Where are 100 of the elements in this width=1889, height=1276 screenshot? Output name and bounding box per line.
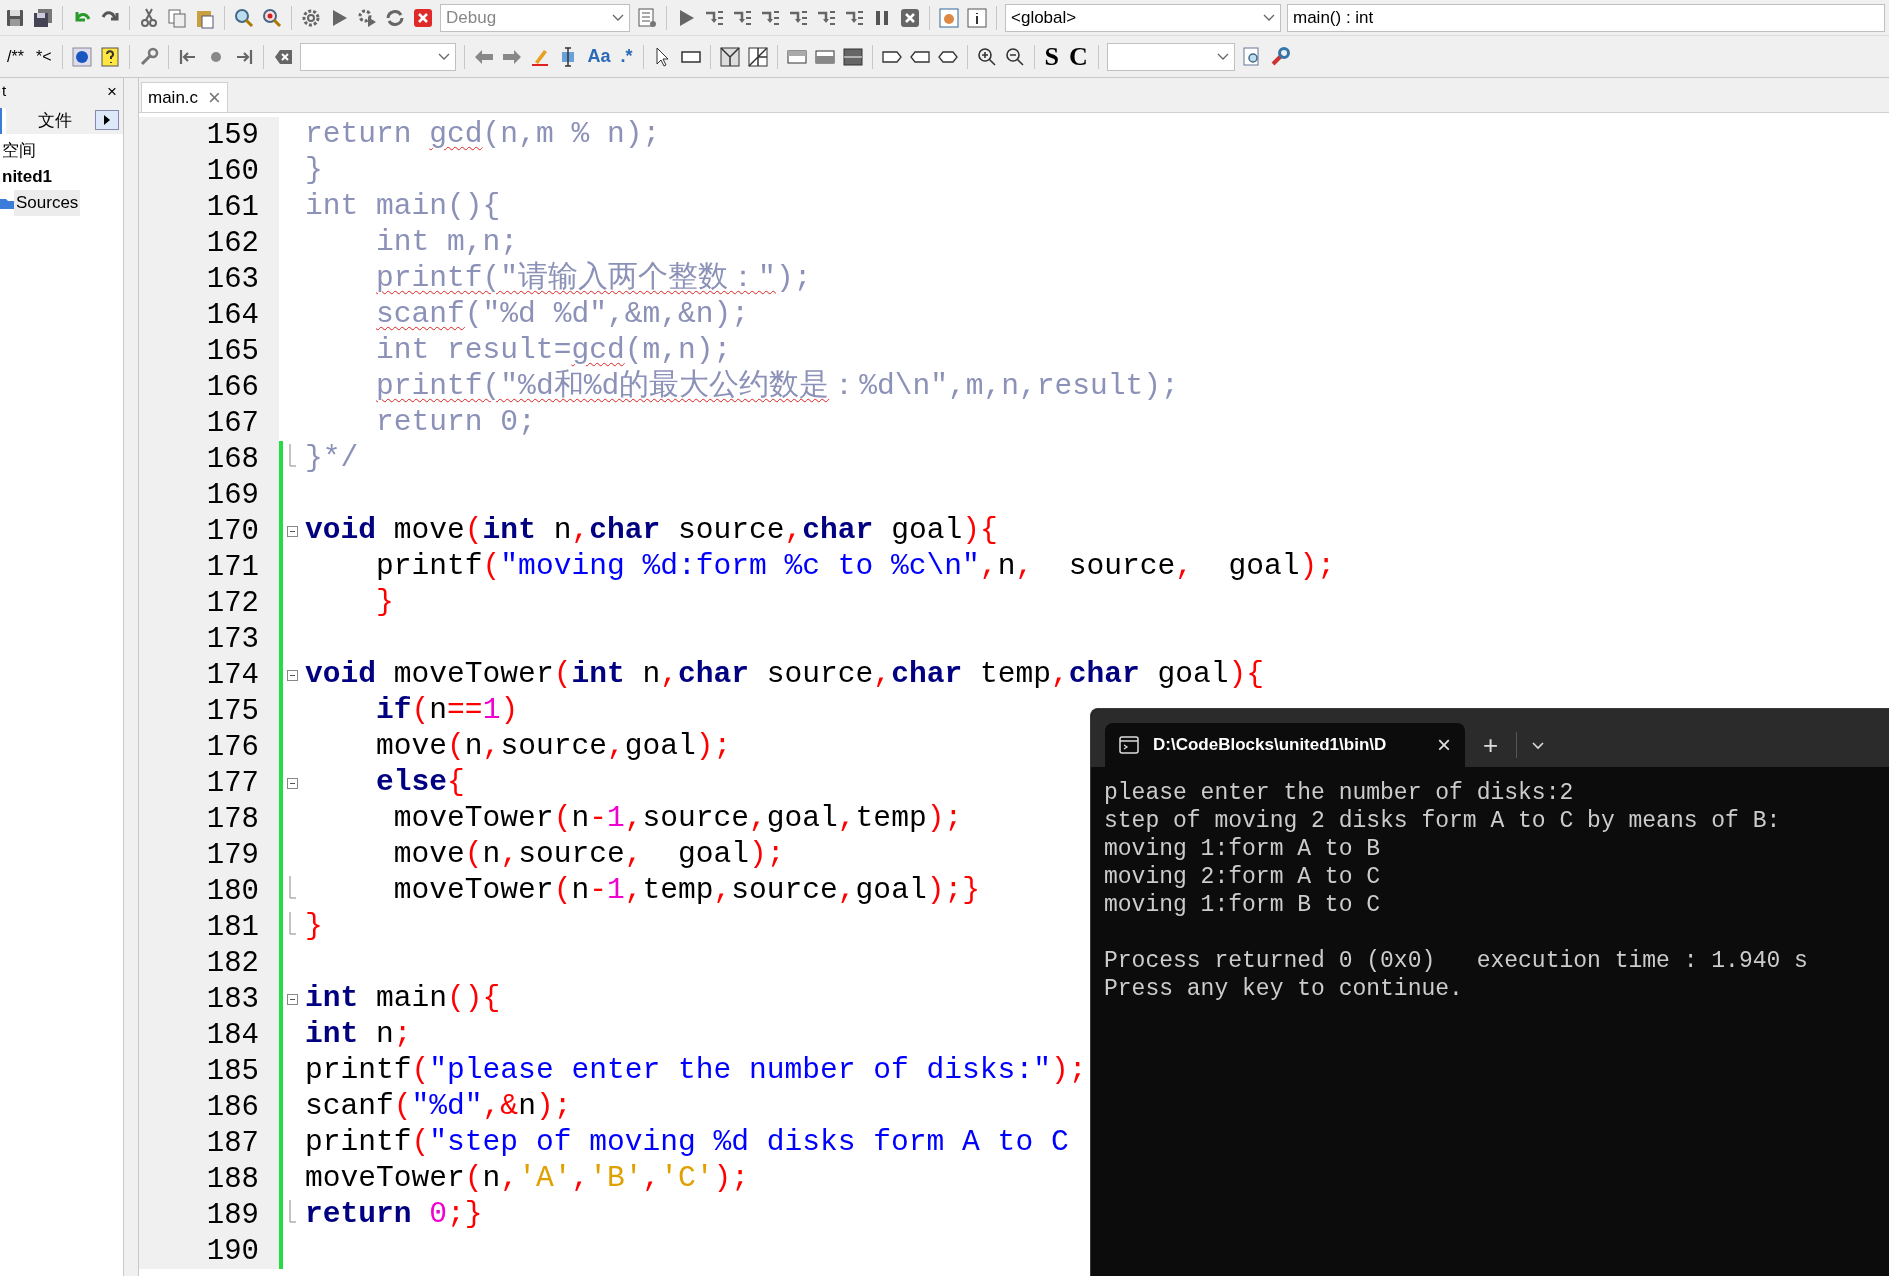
regex-button[interactable]: .*	[618, 43, 635, 70]
code-line: return 0;	[375, 408, 536, 438]
line-number: 190	[206, 1236, 259, 1266]
close-button[interactable]: ×	[208, 86, 221, 109]
line-number: 166	[206, 372, 259, 402]
code-line: else{	[375, 768, 465, 798]
fold-icon[interactable]	[286, 993, 298, 1005]
scope-dropdown[interactable]: <global>	[1005, 3, 1281, 32]
window-icon[interactable]	[841, 45, 864, 68]
code-line: }	[304, 912, 323, 942]
build-target-dropdown[interactable]: Debug	[440, 3, 630, 32]
line-number: 171	[206, 552, 259, 582]
split-icon[interactable]	[746, 45, 769, 68]
scroll-right-button[interactable]	[95, 110, 119, 130]
globe-icon[interactable]	[71, 45, 94, 68]
comment-button[interactable]: /**	[4, 44, 27, 69]
line-number: 168	[206, 444, 259, 474]
chevron-icon[interactable]	[1263, 13, 1275, 22]
line-number: 167	[206, 408, 259, 438]
code-line: moveTower(n-1,source,goal,temp);	[392, 804, 963, 834]
terminal-tab-title: D:\CodeBlocks\united1\bin\D	[1153, 734, 1388, 757]
console-line: step of moving 2 disks form A to C by means of B:	[1104, 807, 1782, 835]
close-button[interactable]: ×	[103, 82, 121, 100]
stop-icon[interactable]	[412, 6, 434, 29]
close-button[interactable]: ×	[1437, 733, 1451, 757]
code-line: int n;	[304, 1020, 412, 1050]
replace-icon[interactable]	[261, 6, 283, 29]
zoom-out-icon[interactable]	[1003, 45, 1026, 68]
tree-item[interactable]: nited1	[0, 164, 55, 190]
chevron-icon[interactable]	[1216, 52, 1229, 61]
tree-item[interactable]: Sources	[14, 190, 81, 216]
line-number: 169	[206, 480, 259, 510]
match-case-button[interactable]: Aa	[585, 43, 613, 70]
code-line: return gcd(n,m % n);	[304, 120, 661, 150]
line-number: 184	[206, 1020, 259, 1050]
line-number: 176	[206, 732, 259, 762]
folder-icon	[0, 196, 14, 210]
code-line: int result=gcd(m,n);	[375, 336, 732, 366]
letter-button[interactable]: S	[1042, 43, 1061, 70]
code-line: moveTower(n,'A','B','C');	[304, 1164, 750, 1194]
comment-button[interactable]: *<	[32, 44, 55, 69]
stop-icon[interactable]	[899, 6, 921, 29]
line-number: 178	[206, 804, 259, 834]
code-line: }	[304, 156, 323, 186]
code-line: if(n==1)	[375, 696, 519, 726]
search-icon[interactable]	[233, 6, 255, 29]
cut-icon[interactable]	[138, 6, 160, 29]
save-all-icon[interactable]	[32, 6, 54, 29]
line-number: 189	[206, 1200, 259, 1230]
terminal-icon	[1119, 736, 1139, 754]
document-gear-icon[interactable]	[636, 6, 658, 29]
line-number: 183	[206, 984, 259, 1014]
code-line: move(n,source,goal);	[375, 732, 732, 762]
help-icon[interactable]	[99, 45, 122, 68]
line-number: 170	[206, 516, 259, 546]
letter-button[interactable]: C	[1067, 43, 1090, 70]
dropdown-icon[interactable]	[1531, 740, 1546, 750]
line-number: 165	[206, 336, 259, 366]
tree-item[interactable]: 空间	[0, 138, 38, 164]
line-number: 177	[206, 768, 259, 798]
line-number: 179	[206, 840, 259, 870]
chevron-icon[interactable]	[438, 52, 451, 61]
code-line: printf("step of moving %d disks form A to C	[304, 1128, 1069, 1158]
code-line: }*/	[304, 444, 359, 474]
line-number: 160	[206, 156, 259, 186]
tab-label: main.c	[148, 86, 199, 109]
line-number: 181	[206, 912, 259, 942]
console-line: moving 2:form A to C	[1104, 863, 1382, 891]
triangle-icon[interactable]	[103, 115, 111, 125]
code-line: printf("moving %d:form %c to %c\n",n, source, goal);	[375, 552, 1336, 582]
line-number: 182	[206, 948, 259, 978]
symbol-field[interactable]: main() : int	[1287, 3, 1885, 32]
line-number: 162	[206, 228, 259, 258]
code-line: move(n,source, goal);	[392, 840, 785, 870]
code-line: int main(){	[304, 984, 501, 1014]
code-line: scanf("%d",&n);	[304, 1092, 572, 1122]
zoom-in-icon[interactable]	[975, 45, 998, 68]
chevron-icon[interactable]	[612, 13, 624, 22]
panel-tab[interactable]	[0, 108, 6, 134]
console-line: Process returned 0 (0x0) execution time : 1.940 s	[1104, 947, 1809, 975]
line-number: 187	[206, 1128, 259, 1158]
line-number: 172	[206, 588, 259, 618]
editor-tab[interactable]: main.c ×	[141, 82, 228, 112]
code-line: void moveTower(int n,char source,char temp,char goal){	[304, 660, 1265, 690]
line-number: 186	[206, 1092, 259, 1122]
code-line: void move(int n,char source,char goal){	[304, 516, 998, 546]
console-line: moving 1:form B to C	[1104, 891, 1382, 919]
terminal-tab[interactable]: D:\CodeBlocks\united1\bin\D ×	[1105, 723, 1465, 767]
code-line: scanf("%d %d",&m,&n);	[375, 300, 749, 330]
new-tab-button[interactable]: +	[1465, 732, 1517, 758]
fold-icon[interactable]	[286, 525, 298, 537]
fold-icon[interactable]	[286, 777, 298, 789]
info-icon[interactable]	[966, 6, 988, 29]
console-line: moving 1:form A to B	[1104, 835, 1382, 863]
line-number: 174	[206, 660, 259, 690]
line-number: 185	[206, 1056, 259, 1086]
split-icon[interactable]	[718, 45, 741, 68]
line-number: 161	[206, 192, 259, 222]
fold-icon[interactable]	[286, 669, 298, 681]
copy-icon[interactable]	[166, 6, 188, 29]
